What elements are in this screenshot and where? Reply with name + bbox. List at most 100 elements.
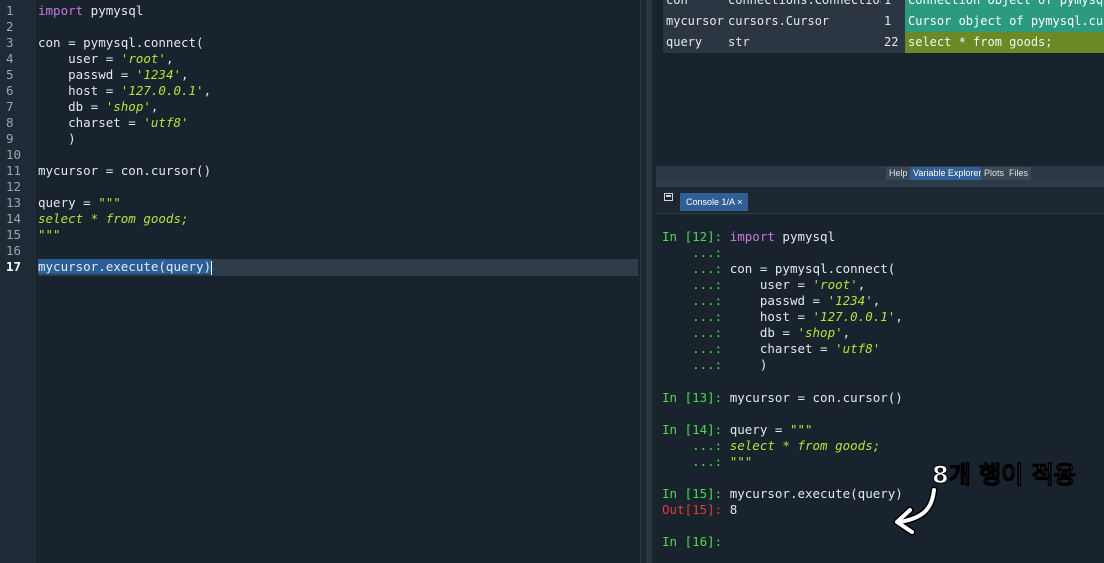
variable-row[interactable]: mycursor cursors.Cursor 1 Cursor object … bbox=[663, 11, 1104, 32]
options-icon[interactable] bbox=[664, 193, 673, 201]
line-number: 14 bbox=[6, 211, 22, 226]
code-text: ) bbox=[729, 357, 768, 372]
code-line[interactable]: query = """ bbox=[38, 195, 121, 211]
console-line: In [14]: query = """ bbox=[662, 422, 813, 438]
code-text: passwd = bbox=[38, 67, 136, 82]
docstring-quote: """ bbox=[789, 422, 813, 437]
line-number-gutter: 1 2 3 4 5 6 7 8 9 10 11 12 13 14 15 16 1… bbox=[0, 0, 36, 563]
code-text: , bbox=[895, 309, 903, 324]
console-input-line[interactable]: In [16]: bbox=[662, 534, 730, 550]
annotation-text: 8개 행이 적용 bbox=[932, 461, 1077, 490]
line-number: 10 bbox=[6, 147, 22, 162]
code-text: charset = bbox=[729, 341, 836, 356]
string-literal: '1234' bbox=[827, 293, 873, 308]
string-literal: 'utf8' bbox=[835, 341, 881, 356]
output-value: 8 bbox=[729, 502, 738, 517]
tab-variable-explorer[interactable]: Variable Explorer bbox=[910, 167, 985, 180]
console-line: ...: user = 'root', bbox=[662, 277, 865, 293]
tab-plots[interactable]: Plots bbox=[981, 167, 1008, 180]
variable-name: mycursor bbox=[663, 11, 726, 32]
tab-console[interactable]: Console 1/A × bbox=[680, 193, 749, 211]
variable-value: select * from goods; bbox=[905, 32, 1104, 53]
continuation-prompt: ...: bbox=[662, 438, 730, 453]
code-text: pymysql bbox=[83, 3, 144, 18]
code-text: charset = bbox=[38, 115, 144, 130]
code-line[interactable]: db = 'shop', bbox=[38, 99, 158, 115]
ipython-console[interactable]: Console 1/A × In [12]: import pymysql ..… bbox=[656, 187, 1104, 563]
code-text: , bbox=[203, 83, 212, 98]
continuation-prompt: ...: bbox=[662, 261, 730, 276]
variable-type: connections.Connection bbox=[725, 0, 882, 11]
code-line[interactable]: charset = 'utf8' bbox=[38, 115, 189, 131]
variable-size: 1 bbox=[881, 11, 906, 32]
code-text: db = bbox=[38, 99, 106, 114]
tab-help[interactable]: Help bbox=[886, 167, 911, 180]
code-line[interactable]: ) bbox=[38, 131, 76, 147]
variable-type: cursors.Cursor bbox=[725, 11, 882, 32]
annotation-arrow-icon bbox=[893, 486, 938, 536]
code-text: , bbox=[181, 67, 189, 82]
line-number: 7 bbox=[6, 99, 14, 114]
line-number: 2 bbox=[6, 19, 14, 34]
keyword: import bbox=[729, 229, 775, 244]
continuation-prompt: ...: bbox=[662, 277, 730, 292]
tab-label: Console 1/A bbox=[686, 197, 735, 207]
selected-text: mycursor.execute(query) bbox=[38, 259, 212, 274]
code-line[interactable]: host = '127.0.0.1', bbox=[38, 83, 211, 99]
variable-size: 22 bbox=[881, 32, 906, 53]
code-line[interactable]: """ bbox=[38, 227, 61, 243]
line-number: 12 bbox=[6, 179, 22, 194]
code-line[interactable]: con = pymysql.connect( bbox=[38, 35, 204, 51]
tab-files[interactable]: Files bbox=[1006, 167, 1032, 180]
variable-row[interactable]: con connections.Connection 1 Connection … bbox=[663, 0, 1104, 11]
current-line-number: 17 bbox=[6, 259, 22, 274]
string-literal: '127.0.0.1' bbox=[120, 83, 204, 98]
string-literal: '127.0.0.1' bbox=[812, 309, 896, 324]
code-line[interactable]: user = 'root', bbox=[38, 51, 173, 67]
continuation-prompt: ...: bbox=[662, 325, 730, 340]
line-number: 4 bbox=[6, 51, 14, 66]
console-line: ...: con = pymysql.connect( bbox=[662, 261, 895, 277]
line-number: 1 bbox=[6, 3, 14, 18]
console-line: ...: db = 'shop', bbox=[662, 325, 850, 341]
code-line[interactable]: import pymysql bbox=[38, 3, 143, 19]
string-literal: 'shop' bbox=[797, 325, 843, 340]
console-line: ...: """ bbox=[662, 454, 752, 470]
string-literal: 'utf8' bbox=[143, 115, 189, 130]
console-line: ...: ) bbox=[662, 357, 767, 373]
string-literal: select * from goods; bbox=[729, 438, 881, 453]
code-text: , bbox=[150, 99, 159, 114]
variable-explorer[interactable]: con connections.Connection 1 Connection … bbox=[656, 0, 1104, 166]
code-line[interactable]: passwd = '1234', bbox=[38, 67, 189, 83]
code-text: , bbox=[857, 277, 866, 292]
code-line[interactable]: mycursor = con.cursor() bbox=[38, 163, 211, 179]
code-text: pymysql bbox=[774, 229, 836, 244]
line-number: 15 bbox=[6, 227, 22, 242]
code-text: host = bbox=[729, 309, 813, 324]
console-tab-bar: Console 1/A × bbox=[656, 187, 1104, 214]
string-literal: 'root' bbox=[812, 277, 858, 292]
variable-name: con bbox=[663, 0, 726, 11]
close-icon[interactable]: × bbox=[737, 197, 742, 207]
editor-scrollbar[interactable] bbox=[646, 0, 652, 563]
continuation-prompt: ...: bbox=[662, 245, 723, 260]
line-number: 8 bbox=[6, 115, 14, 130]
input-prompt: In [15]: bbox=[662, 486, 730, 501]
code-text: passwd = bbox=[729, 293, 828, 308]
console-line: In [13]: mycursor = con.cursor() bbox=[662, 390, 903, 406]
variable-value: Cursor object of pymysql.curso bbox=[905, 11, 1104, 32]
variable-size: 1 bbox=[881, 0, 906, 11]
input-prompt: In [14]: bbox=[662, 422, 730, 437]
code-editor[interactable]: 1 2 3 4 5 6 7 8 9 10 11 12 13 14 15 16 1… bbox=[0, 0, 640, 563]
variable-value: Connection object of pymysql.c bbox=[905, 0, 1104, 11]
code-text: user = bbox=[38, 51, 121, 66]
current-code-line[interactable]: mycursor.execute(query) bbox=[38, 259, 213, 275]
continuation-prompt: ...: bbox=[662, 309, 730, 324]
string-literal: 'root' bbox=[120, 51, 166, 66]
variable-type: str bbox=[725, 32, 882, 53]
line-number: 5 bbox=[6, 67, 14, 82]
console-line: ...: charset = 'utf8' bbox=[662, 341, 880, 357]
code-line[interactable]: select * from goods; bbox=[38, 211, 189, 227]
code-text: , bbox=[165, 51, 174, 66]
variable-row[interactable]: query str 22 select * from goods; bbox=[663, 32, 1104, 53]
